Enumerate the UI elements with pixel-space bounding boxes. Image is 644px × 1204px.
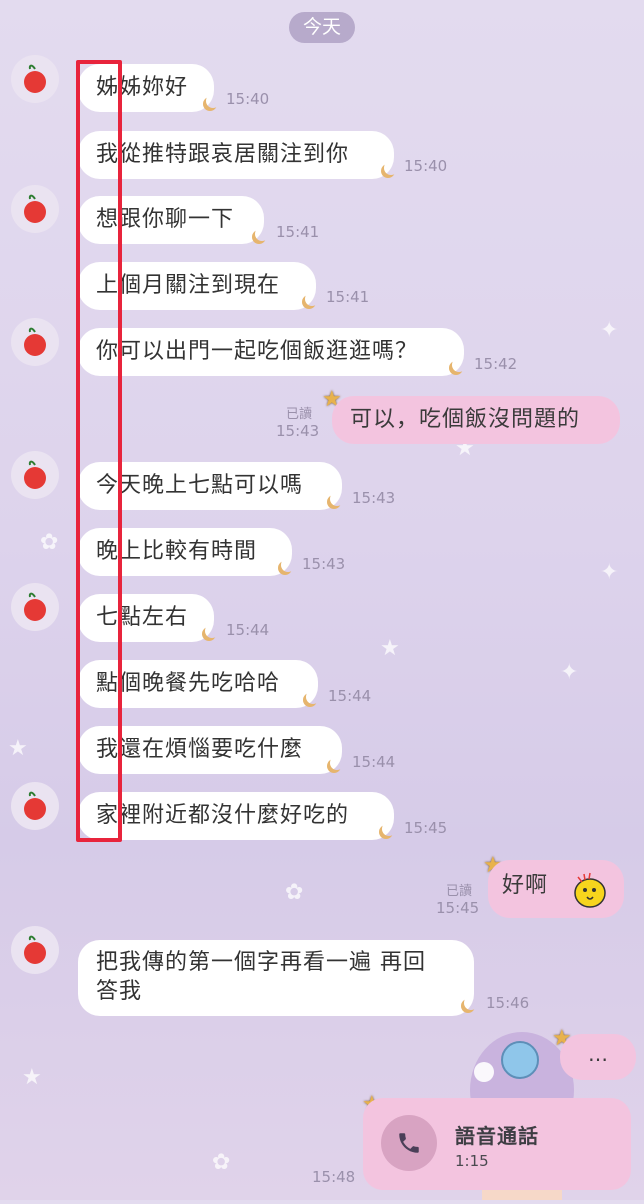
moon-icon: [384, 161, 398, 175]
incoming-message[interactable]: 把我傳的第一個字再看一遍 再回 答我: [78, 940, 474, 1016]
apple-icon: [24, 327, 46, 356]
message-time: 15:45: [436, 899, 480, 917]
outgoing-message[interactable]: 可以，吃個飯沒問題的: [332, 396, 620, 444]
moon-icon: [205, 624, 219, 638]
avatar[interactable]: [11, 55, 59, 103]
moon-icon: [206, 94, 220, 108]
message-time: 15:40: [226, 90, 270, 108]
message-time: 15:44: [328, 687, 372, 705]
message-time: 15:48: [312, 1168, 356, 1186]
message-time: 15:43: [352, 489, 396, 507]
avatar[interactable]: [11, 583, 59, 631]
avatar[interactable]: [11, 926, 59, 974]
moon-icon: [281, 558, 295, 572]
message-time: 15:44: [352, 753, 396, 771]
message-line: 答我: [96, 979, 143, 1004]
sparkle-icon: ✿: [285, 880, 304, 905]
call-title: 語音通話: [455, 1124, 539, 1148]
moon-icon: [255, 227, 269, 241]
read-receipt: 已讀: [286, 407, 313, 422]
sparkle-icon: ★: [380, 636, 400, 661]
moon-icon: [305, 292, 319, 306]
avatar[interactable]: [11, 451, 59, 499]
date-separator: 今天: [289, 12, 355, 43]
message-time: 15:43: [276, 422, 320, 440]
sparkle-icon: ★: [22, 1065, 42, 1090]
outgoing-message[interactable]: 好啊: [488, 860, 624, 918]
voice-call-card[interactable]: 語音通話 1:15: [363, 1098, 631, 1190]
chick-sticker-icon: [574, 872, 606, 908]
sparkle-icon: ✦: [600, 318, 619, 343]
moon-icon: [464, 996, 478, 1010]
avatar[interactable]: [11, 782, 59, 830]
moon-icon: [306, 690, 320, 704]
moon-icon: [330, 492, 344, 506]
message-time: 15:46: [486, 994, 530, 1012]
apple-icon: [24, 64, 46, 93]
message-time: 15:40: [404, 157, 448, 175]
typing-bubble[interactable]: …: [560, 1034, 636, 1080]
moon-icon: [330, 756, 344, 770]
moon-icon: [382, 822, 396, 836]
avatar[interactable]: [11, 318, 59, 366]
read-receipt: 已讀: [446, 884, 473, 899]
message-time: 15:44: [226, 621, 270, 639]
apple-icon: [24, 460, 46, 489]
message-time: 15:41: [276, 223, 320, 241]
call-duration: 1:15: [455, 1152, 489, 1170]
message-line: 把我傳的第一個字再看一遍 再回: [96, 950, 426, 975]
incoming-message[interactable]: 家裡附近都沒什麼好吃的: [78, 792, 394, 840]
message-time: 15:42: [474, 355, 518, 373]
highlight-frame: [76, 60, 122, 842]
moon-icon: [452, 358, 466, 372]
sparkle-icon: ✦: [560, 660, 579, 685]
sparkle-icon: ✦: [600, 560, 619, 585]
apple-icon: [24, 592, 46, 621]
sparkle-icon: ✿: [40, 530, 59, 555]
sparkle-icon: ✿: [212, 1150, 231, 1175]
apple-icon: [24, 935, 46, 964]
outgoing-text: 好啊: [502, 873, 549, 898]
apple-icon: [24, 791, 46, 820]
message-time: 15:41: [326, 288, 370, 306]
incoming-message[interactable]: 我從推特跟哀居關注到你: [78, 131, 394, 179]
apple-icon: [24, 194, 46, 223]
sparkle-icon: ★: [8, 736, 28, 761]
message-time: 15:43: [302, 555, 346, 573]
message-time: 15:45: [404, 819, 448, 837]
phone-icon: [381, 1115, 437, 1171]
avatar[interactable]: [11, 185, 59, 233]
incoming-message[interactable]: 你可以出門一起吃個飯逛逛嗎？: [78, 328, 464, 376]
